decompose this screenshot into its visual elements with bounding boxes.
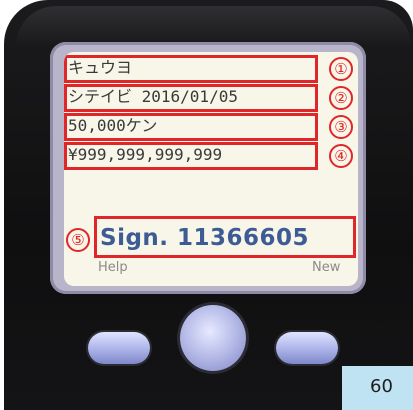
overlay-tag: 60 <box>342 366 413 410</box>
phone-device: キュウヨ ① シテイビ 2016/01/05 ② 50,000ケン ③ ¥999… <box>4 0 413 410</box>
softkey-label-new: New <box>312 260 341 275</box>
marker-1: ① <box>329 57 353 81</box>
left-softkey-button[interactable] <box>88 332 150 364</box>
highlight-box-4 <box>64 142 318 170</box>
marker-2: ② <box>329 86 353 110</box>
center-select-button[interactable] <box>180 305 246 371</box>
marker-3: ③ <box>329 115 353 139</box>
sign-number: Sign. 11366605 <box>100 225 310 251</box>
highlight-box-3 <box>64 113 318 141</box>
overlay-tag-text: 60 <box>370 376 393 397</box>
marker-5: ⑤ <box>66 228 90 252</box>
marker-4: ④ <box>329 144 353 168</box>
highlight-box-1 <box>64 55 318 83</box>
device-rim <box>16 6 411 46</box>
right-softkey-button[interactable] <box>276 332 338 364</box>
softkey-label-help: Help <box>98 260 128 275</box>
phone-screen: キュウヨ ① シテイビ 2016/01/05 ② 50,000ケン ③ ¥999… <box>64 52 358 286</box>
highlight-box-2 <box>64 84 318 112</box>
